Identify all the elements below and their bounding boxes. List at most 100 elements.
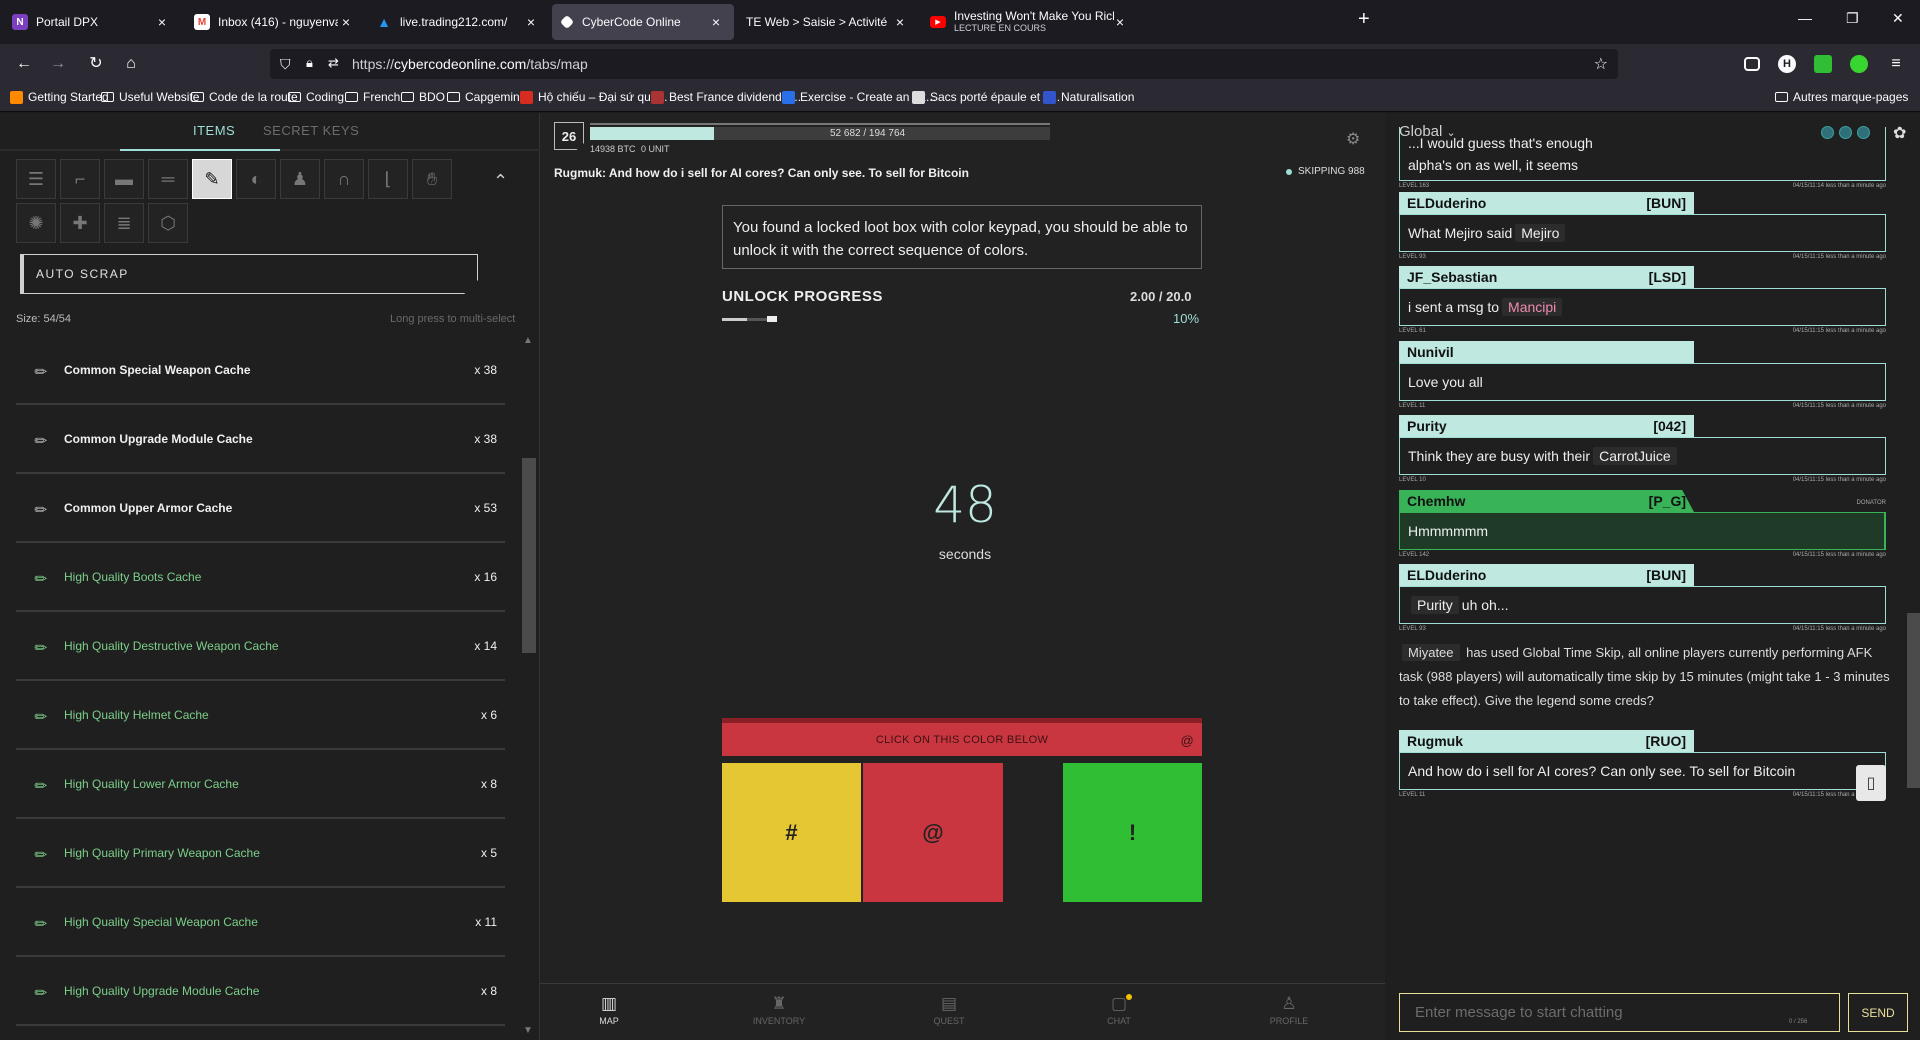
bookmark-item[interactable]: Useful Website xyxy=(101,90,199,104)
forward-icon[interactable]: → xyxy=(48,54,68,74)
scroll-up-icon[interactable]: ▲ xyxy=(523,335,533,346)
inventory-item[interactable]: ✎ Common Upgrade Module Cache x 38 xyxy=(16,405,505,474)
inventory-item[interactable]: ✎ High Quality Primary Weapon Cache x 5 xyxy=(16,819,505,888)
bookmark-item[interactable]: Sacs porté épaule et b... xyxy=(912,90,1060,104)
mention-pill[interactable]: Mejiro xyxy=(1515,224,1566,242)
send-button[interactable]: SEND xyxy=(1848,993,1908,1032)
category-helmet-icon[interactable]: ◐ xyxy=(236,159,276,199)
gear-icon[interactable]: ⚙ xyxy=(1346,129,1360,149)
category-chip-icon[interactable]: ✺ xyxy=(16,203,56,243)
menu-icon[interactable]: ≡ xyxy=(1886,54,1906,74)
bookmark-item[interactable]: French xyxy=(345,90,400,104)
category-materials-icon[interactable]: ≣ xyxy=(104,203,144,243)
nav-quest[interactable]: ▤ QUEST xyxy=(909,994,989,1026)
tab-youtube[interactable]: ▶ Investing Won't Make You Rich LECTURE … xyxy=(920,4,1340,40)
home-icon[interactable]: ⌂ xyxy=(121,54,141,74)
bookmark-item[interactable]: BDO xyxy=(401,90,445,104)
tab-cybercode[interactable]: CyberCode Online × xyxy=(552,4,734,40)
close-tab-icon[interactable]: × xyxy=(338,14,354,30)
power-extension-icon[interactable] xyxy=(1850,55,1868,73)
inventory-item[interactable]: ✎ High Quality Helmet Cache x 6 xyxy=(16,681,505,750)
reload-icon[interactable]: ↻ xyxy=(86,54,106,74)
inventory-item[interactable]: ✎ Common Upper Armor Cache x 53 xyxy=(16,474,505,543)
scrollbar-thumb[interactable] xyxy=(522,458,536,653)
color-button-green[interactable]: ! xyxy=(1063,763,1202,902)
scroll-down-icon[interactable]: ▼ xyxy=(523,1025,533,1036)
nav-map[interactable]: ▥ MAP xyxy=(569,994,649,1026)
mention-pill[interactable]: Purity xyxy=(1411,596,1459,614)
category-box-icon[interactable]: ⬡ xyxy=(148,203,188,243)
tab-trading212[interactable]: ▲ live.trading212.com/ × xyxy=(366,4,549,40)
category-gloves-icon[interactable]: ✋︎ xyxy=(412,159,452,199)
category-rifle-icon[interactable]: ▬ xyxy=(104,159,144,199)
color-button-yellow[interactable]: # xyxy=(722,763,861,902)
close-tab-icon[interactable]: × xyxy=(154,14,170,30)
bookmark-item[interactable]: Naturalisation xyxy=(1043,90,1134,104)
username[interactable]: ELDuderino xyxy=(1407,195,1486,211)
bookmark-star-icon[interactable]: ☆ xyxy=(1594,54,1608,74)
bookmark-item[interactable]: Best France dividend s... xyxy=(651,90,801,104)
bookmark-item[interactable]: Hộ chiếu – Đại sứ quá... xyxy=(520,90,667,104)
bookmark-item[interactable]: Code de la route xyxy=(191,90,298,104)
green-extension-icon[interactable] xyxy=(1814,55,1832,73)
tab-te-web[interactable]: TE Web > Saisie > Activité × xyxy=(736,4,918,40)
nav-profile[interactable]: ♙ PROFILE xyxy=(1249,994,1329,1026)
category-boots-icon[interactable]: ⌊ xyxy=(368,159,408,199)
tab-items[interactable]: ITEMS xyxy=(193,123,235,138)
category-cache-icon[interactable]: ✎ xyxy=(192,159,232,199)
category-lower-armor-icon[interactable]: ∩ xyxy=(324,159,364,199)
username[interactable]: Purity xyxy=(1407,418,1447,434)
username[interactable]: Nunivil xyxy=(1407,344,1454,360)
pocket-icon[interactable] xyxy=(1744,57,1760,71)
bookmark-item[interactable]: Coding xyxy=(288,90,344,104)
category-all-icon[interactable]: ☰ xyxy=(16,159,56,199)
tab-inbox[interactable]: M Inbox (416) - nguyenvanthanht × xyxy=(184,4,364,40)
new-tab-icon[interactable]: + xyxy=(1358,8,1370,31)
inventory-item[interactable]: ✎ High Quality Boots Cache x 16 xyxy=(16,543,505,612)
close-tab-icon[interactable]: × xyxy=(1112,14,1128,30)
category-pistol-icon[interactable]: ⌐ xyxy=(60,159,100,199)
chat-scrollbar-thumb[interactable] xyxy=(1907,613,1920,788)
inventory-item[interactable]: ✎ Common Special Weapon Cache x 38 xyxy=(16,336,505,405)
tab-secret-keys[interactable]: SECRET KEYS xyxy=(263,123,359,138)
chevron-up-icon[interactable]: ⌃ xyxy=(493,171,508,192)
bookmark-item[interactable]: Capgemini xyxy=(447,90,522,104)
phone-icon[interactable]: ▯ xyxy=(1856,765,1886,801)
inventory-item[interactable]: ✎ High Quality Special Weapon Cache x 11 xyxy=(16,888,505,957)
inventory-item[interactable]: ✎ High Quality Destructive Weapon Cache x … xyxy=(16,612,505,681)
username[interactable]: ELDuderino xyxy=(1407,567,1486,583)
shield-icon[interactable]: ⛉ xyxy=(280,56,291,73)
mention-pill[interactable]: Mancipi xyxy=(1502,298,1563,316)
tab-portail-dpx[interactable]: N Portail DPX × xyxy=(2,4,180,40)
username[interactable]: Rugmuk xyxy=(1407,733,1463,749)
nav-inventory[interactable]: ♜ INVENTORY xyxy=(739,994,819,1026)
other-bookmarks[interactable]: Autres marque-pages xyxy=(1775,90,1908,104)
h-extension-icon[interactable]: H xyxy=(1778,55,1796,73)
category-upper-armor-icon[interactable]: ♟ xyxy=(280,159,320,199)
chat-input[interactable]: Enter message to start chatting xyxy=(1399,993,1840,1032)
player-pill[interactable]: Miyatee xyxy=(1402,644,1460,661)
back-icon[interactable]: ← xyxy=(14,54,34,74)
close-tab-icon[interactable]: × xyxy=(523,14,539,30)
close-tab-icon[interactable]: × xyxy=(892,14,908,30)
bookmark-item[interactable]: Getting Started xyxy=(10,90,109,104)
category-medkit-icon[interactable]: ✚ xyxy=(60,203,100,243)
permissions-icon[interactable]: ⇄ xyxy=(328,55,339,71)
username[interactable]: Chemhw xyxy=(1407,493,1465,509)
palette-icon[interactable]: ✿ xyxy=(1893,123,1906,143)
restore-icon[interactable]: ❐ xyxy=(1846,10,1859,27)
username[interactable]: JF_Sebastian xyxy=(1407,269,1497,285)
gmail-icon: M xyxy=(194,14,210,30)
inventory-item[interactable]: ✎ High Quality Lower Armor Cache x 8 xyxy=(16,750,505,819)
color-button-red[interactable]: @ xyxy=(863,763,1003,902)
close-window-icon[interactable]: ✕ xyxy=(1892,10,1904,27)
close-tab-icon[interactable]: × xyxy=(708,14,724,30)
auto-scrap-button[interactable]: AUTO SCRAP xyxy=(20,254,478,294)
category-shotgun-icon[interactable]: ═ xyxy=(148,159,188,199)
nav-chat[interactable]: ▢ CHAT xyxy=(1079,994,1159,1026)
url-bar[interactable]: ⛉ 🔒︎ ⇄ https://cybercodeonline.com/tabs/… xyxy=(270,49,1618,79)
lock-icon[interactable]: 🔒︎ xyxy=(306,55,313,71)
minimize-icon[interactable]: — xyxy=(1798,10,1812,26)
inventory-item[interactable]: ✎ High Quality Upgrade Module Cache x 8 xyxy=(16,957,505,1026)
mention-pill[interactable]: CarrotJuice xyxy=(1593,447,1677,465)
